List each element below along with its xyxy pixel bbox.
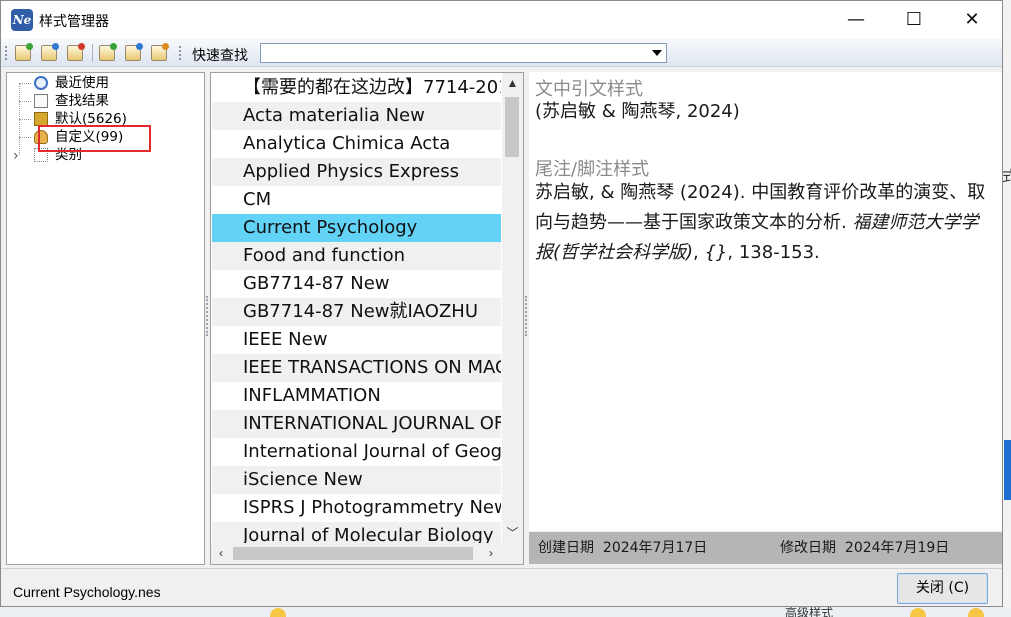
close-button[interactable]: 关闭 (C) — [897, 573, 988, 604]
list-item[interactable]: GB7714-87 New就IAOZHU — [212, 298, 501, 326]
vertical-scrollbar[interactable]: ▲ ﹀ — [502, 73, 523, 543]
scroll-left-icon[interactable]: ‹ — [211, 543, 231, 564]
edit-style-icon[interactable] — [41, 43, 59, 61]
list-item[interactable]: Analytica Chimica Acta — [212, 130, 501, 158]
style-list: 【需要的都在这边改】7714-2015 Acta materialia New … — [210, 72, 524, 565]
status-bar: Current Psychology.nes 关闭 (C) — [1, 568, 1002, 606]
emoji-icon — [910, 608, 926, 617]
splitter-handle[interactable] — [206, 296, 209, 336]
list-item-selected[interactable]: Current Psychology — [212, 214, 501, 242]
intext-example: (苏启敏 & 陶燕琴, 2024) — [535, 101, 740, 122]
list-item[interactable]: Applied Physics Express — [212, 158, 501, 186]
tree-item-label: 最近使用 — [55, 75, 109, 91]
list-item[interactable]: INFLAMMATION — [212, 382, 501, 410]
book-icon — [34, 112, 48, 126]
scroll-down-icon[interactable]: ﹀ — [502, 523, 523, 543]
style-preview-pane: 文中引文样式 (苏启敏 & 陶燕琴, 2024) 尾注/脚注样式 苏启敏, & … — [529, 72, 1002, 531]
emoji-icon — [270, 608, 286, 617]
tree-item-recent[interactable]: 最近使用 — [7, 74, 197, 92]
toolbar-grip[interactable] — [5, 46, 8, 60]
footnote-volume: {} — [704, 242, 728, 263]
list-item[interactable]: INTERNATIONAL JOURNAL OF ADVANCED — [212, 410, 501, 438]
list-item[interactable]: Acta materialia New — [212, 102, 501, 130]
emoji-icon — [968, 608, 984, 617]
footnote-example: 苏启敏, & 陶燕琴 (2024). 中国教育评价改革的演变、取向与趋势——基于… — [535, 178, 995, 268]
quick-search-label: 快速查找 — [192, 48, 248, 64]
background-app-edge — [1003, 0, 1011, 617]
modified-date: 修改日期 2024年7月19日 — [780, 532, 949, 564]
document-icon — [34, 94, 48, 108]
clock-icon — [34, 76, 48, 90]
tree-connector — [19, 119, 31, 120]
dropdown-arrow-icon[interactable] — [652, 50, 662, 56]
list-item[interactable]: ISPRS J Photogrammetry New — [212, 494, 501, 522]
style-manager-dialog: Ne 样式管理器 — ☐ ✕ 快速查找 最近使用 查找结果 默认(5626) 自… — [0, 0, 1003, 607]
background-app-toolbar — [0, 607, 1011, 617]
list-item[interactable]: Food and function — [212, 242, 501, 270]
scroll-right-icon[interactable]: › — [481, 543, 501, 564]
annotation-highlight — [38, 125, 151, 152]
footnote-separator: , — [693, 242, 705, 263]
list-item[interactable]: 【需要的都在这边改】7714-2015 — [212, 74, 501, 102]
quick-search-combobox[interactable] — [260, 43, 667, 63]
created-value: 2024年7月17日 — [602, 540, 708, 556]
style-category-tree: 最近使用 查找结果 默认(5626) 自定义(99) › 类别 — [6, 72, 205, 565]
tree-connector — [19, 101, 31, 102]
list-item[interactable]: International Journal of Geographical — [212, 438, 501, 466]
tree-item-search-results[interactable]: 查找结果 — [7, 92, 197, 110]
modified-label: 修改日期 — [780, 540, 836, 556]
list-item[interactable]: IEEE New — [212, 326, 501, 354]
style-info-bar: 创建日期 2024年7月17日 修改日期 2024年7月19日 — [529, 532, 1002, 564]
maximize-button[interactable]: ☐ — [885, 1, 943, 39]
scroll-up-icon[interactable]: ▲ — [502, 73, 523, 93]
created-date: 创建日期 2024年7月17日 — [538, 532, 707, 564]
tree-item-label: 查找结果 — [55, 93, 109, 109]
close-window-button[interactable]: ✕ — [943, 1, 1001, 39]
horizontal-scrollbar[interactable]: ‹ › — [211, 543, 523, 564]
tree-connector — [19, 83, 31, 84]
background-app-text: 式 — [1002, 168, 1011, 185]
created-label: 创建日期 — [538, 540, 594, 556]
background-app-label: 高级样式 — [785, 607, 834, 617]
download-style-icon[interactable] — [99, 43, 117, 61]
scroll-thumb[interactable] — [233, 547, 473, 560]
selected-style-filename: Current Psychology.nes — [13, 584, 161, 600]
list-item[interactable]: CM — [212, 186, 501, 214]
modified-value: 2024年7月19日 — [844, 540, 950, 556]
minimize-button[interactable]: — — [827, 1, 885, 39]
scroll-thumb[interactable] — [505, 97, 519, 157]
toolbar-separator — [92, 44, 93, 62]
background-app-accent — [1004, 440, 1011, 500]
title-bar[interactable]: Ne 样式管理器 — ☐ ✕ — [1, 1, 1002, 39]
import-style-icon[interactable] — [151, 43, 169, 61]
expand-chevron-icon[interactable]: › — [13, 148, 19, 164]
app-logo-icon: Ne — [11, 9, 33, 31]
footnote-pages: , 138-153. — [727, 242, 820, 263]
delete-style-icon[interactable] — [67, 43, 85, 61]
tree-connector — [19, 137, 31, 138]
list-item[interactable]: GB7714-87 New — [212, 270, 501, 298]
list-item[interactable]: iScience New — [212, 466, 501, 494]
list-item[interactable]: IEEE TRANSACTIONS ON MAGNETICS — [212, 354, 501, 382]
splitter-handle[interactable] — [525, 296, 528, 336]
toolbar-grip[interactable] — [179, 46, 182, 60]
upload-style-icon[interactable] — [125, 43, 143, 61]
window-title: 样式管理器 — [39, 14, 109, 30]
new-style-icon[interactable] — [15, 43, 33, 61]
